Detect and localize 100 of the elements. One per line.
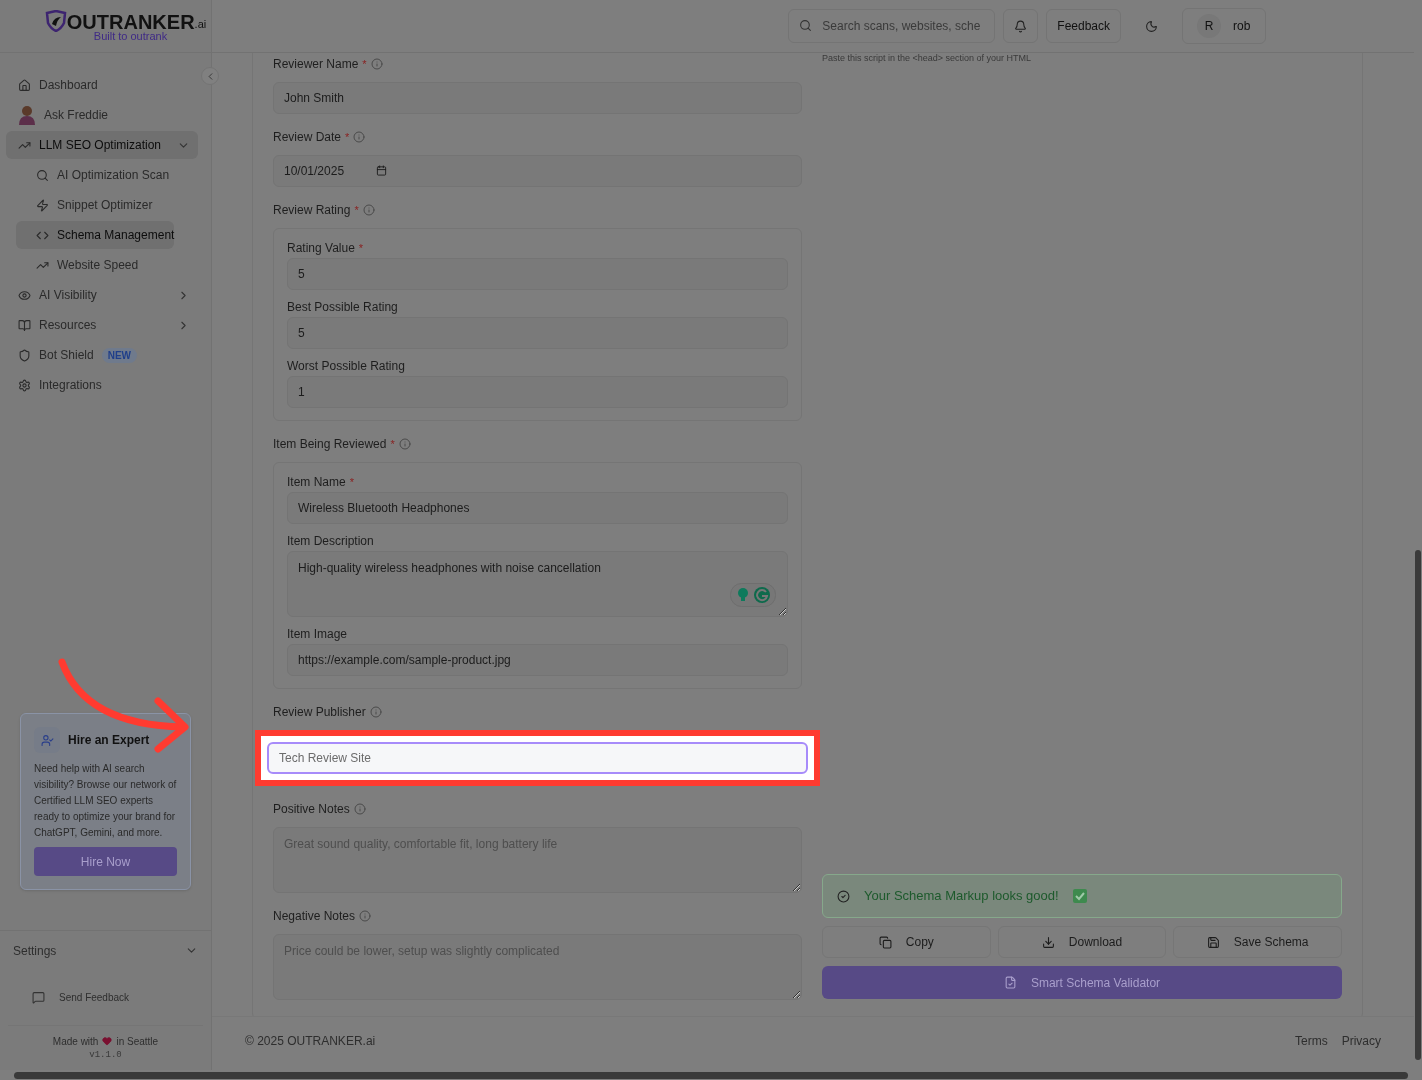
message-icon bbox=[32, 991, 45, 1004]
action-button[interactable]: Save Schema bbox=[1173, 926, 1342, 958]
card-title: Hire an Expert bbox=[68, 732, 150, 749]
user-menu[interactable]: R rob bbox=[1182, 8, 1266, 44]
input-field[interactable]: 1 bbox=[287, 376, 788, 408]
field-label: Worst Possible Rating bbox=[287, 358, 405, 375]
logo-suffix: .ai bbox=[194, 17, 207, 32]
feedback-button[interactable]: Feedback bbox=[1046, 9, 1121, 43]
sidebar-label: Dashboard bbox=[39, 77, 98, 94]
sidebar-item[interactable]: Snippet Optimizer bbox=[16, 191, 174, 219]
sidebar-label: Resources bbox=[39, 317, 97, 334]
save-icon bbox=[1206, 935, 1220, 949]
sidebar-label: Schema Management bbox=[57, 227, 175, 244]
file-check-icon bbox=[1003, 976, 1017, 989]
field-label: Reviewer Name bbox=[273, 56, 359, 73]
info-icon bbox=[398, 438, 411, 450]
text-area[interactable]: High-quality wireless headphones with noise cancellation bbox=[287, 551, 788, 617]
footer-link[interactable]: Privacy bbox=[1341, 1031, 1381, 1050]
field-label: Negative Notes bbox=[273, 908, 356, 925]
send-feedback-link[interactable]: Send Feedback bbox=[59, 990, 130, 1005]
settings-label[interactable]: Settings bbox=[13, 941, 57, 960]
field-label: Review Publisher bbox=[273, 704, 366, 721]
sidebar-item[interactable]: Website Speed bbox=[16, 251, 174, 279]
sidebar-label: Website Speed bbox=[57, 257, 139, 274]
search-icon bbox=[36, 168, 49, 182]
card-text: Need help with AI search visibility? Browse our network of Certified LLM SEO experts ready to optimize your brand for ChatGPT, Gemini, and more. bbox=[34, 762, 177, 840]
avatar-icon bbox=[18, 105, 36, 125]
checkbox-icon bbox=[1072, 889, 1087, 903]
location-text: in Seattle bbox=[116, 1034, 159, 1049]
input-field[interactable]: Wireless Bluetooth Headphones bbox=[287, 492, 788, 524]
notification-button[interactable] bbox=[1003, 9, 1039, 43]
input-field[interactable]: John Smith bbox=[273, 82, 802, 114]
search-field[interactable]: Search scans, websites, sche bbox=[788, 9, 996, 43]
sidebar-item[interactable]: AI Optimization Scan bbox=[16, 161, 174, 189]
validator-button[interactable]: Smart Schema Validator bbox=[822, 966, 1342, 999]
info-icon bbox=[369, 706, 382, 718]
sidebar-label: Integrations bbox=[39, 377, 102, 394]
shield-logo-icon bbox=[44, 10, 67, 32]
sidebar-item[interactable]: Ask Freddie bbox=[6, 101, 198, 129]
copy-icon bbox=[878, 935, 892, 949]
required-mark: * bbox=[362, 56, 367, 72]
action-button[interactable]: Download bbox=[997, 926, 1167, 958]
sidebar-item[interactable]: LLM SEO Optimization bbox=[6, 131, 198, 159]
home-icon bbox=[18, 78, 31, 92]
made-with-text: Made with bbox=[52, 1034, 99, 1049]
field-label: Item Description bbox=[287, 533, 374, 550]
info-icon bbox=[353, 131, 366, 143]
sidebar-label: Ask Freddie bbox=[44, 107, 109, 124]
required-mark: * bbox=[354, 202, 359, 218]
field-label: Item Image bbox=[287, 626, 348, 643]
info-icon bbox=[370, 58, 383, 70]
user-avatar: R bbox=[1197, 14, 1221, 38]
download-icon bbox=[1041, 935, 1055, 949]
logo-text: OUTRANKER bbox=[66, 12, 195, 32]
info-icon bbox=[362, 204, 375, 216]
sidebar-item[interactable]: AI Visibility bbox=[6, 281, 198, 309]
action-button[interactable]: Copy bbox=[822, 926, 991, 958]
status-text: Your Schema Markup looks good! bbox=[864, 887, 1059, 906]
field-label: Rating Value bbox=[287, 240, 355, 257]
input-field[interactable]: 5 bbox=[287, 317, 788, 349]
sidebar-item[interactable]: Schema Management bbox=[16, 221, 174, 249]
search-icon bbox=[799, 19, 813, 32]
hire-now-button[interactable]: Hire Now bbox=[34, 847, 177, 876]
bell-icon bbox=[1014, 19, 1028, 33]
sidebar-label: Bot Shield bbox=[39, 347, 94, 364]
logo-tagline: Built to outrank bbox=[93, 31, 168, 42]
field-label: Item Name bbox=[287, 474, 346, 491]
required-mark: * bbox=[358, 240, 364, 256]
field-label: Positive Notes bbox=[273, 801, 350, 818]
field-label: Best Possible Rating bbox=[287, 299, 398, 316]
calendar-icon bbox=[376, 165, 387, 176]
required-mark: * bbox=[345, 129, 350, 145]
input-field[interactable]: Tech Review Site bbox=[267, 742, 808, 774]
field-label: Review Rating bbox=[273, 202, 351, 219]
version-text: v1.1.0 bbox=[89, 1048, 122, 1062]
collapse-button[interactable] bbox=[201, 67, 219, 85]
new-badge: NEW bbox=[101, 347, 138, 363]
sidebar-label: LLM SEO Optimization bbox=[39, 137, 162, 154]
sidebar-item[interactable]: Bot Shield NEW bbox=[6, 341, 198, 369]
zap-icon bbox=[36, 198, 49, 212]
sidebar-item[interactable]: Dashboard bbox=[6, 71, 198, 99]
eye-icon bbox=[18, 288, 31, 302]
sidebar-item[interactable]: Integrations bbox=[6, 371, 198, 399]
sidebar-label: Snippet Optimizer bbox=[57, 197, 153, 214]
footer-link[interactable]: Terms bbox=[1295, 1031, 1328, 1050]
moon-icon bbox=[1145, 19, 1158, 33]
sidebar-label: AI Visibility bbox=[39, 287, 97, 304]
info-icon bbox=[359, 910, 372, 922]
required-mark: * bbox=[349, 474, 354, 490]
user-name: rob bbox=[1233, 18, 1251, 35]
input-field[interactable]: https://example.com/sample-product.jpg bbox=[287, 644, 788, 676]
sidebar-label: AI Optimization Scan bbox=[57, 167, 170, 184]
field-label: Review Date bbox=[273, 129, 342, 146]
book-icon bbox=[18, 318, 31, 332]
sidebar-item[interactable]: Resources bbox=[6, 311, 198, 339]
date-field[interactable]: 10/01/2025 bbox=[273, 155, 802, 187]
heart-icon bbox=[102, 1036, 113, 1047]
input-field[interactable]: 5 bbox=[287, 258, 788, 290]
copyright-text: © 2025 OUTRANKER.ai bbox=[245, 1032, 376, 1050]
shield-icon bbox=[18, 348, 31, 362]
